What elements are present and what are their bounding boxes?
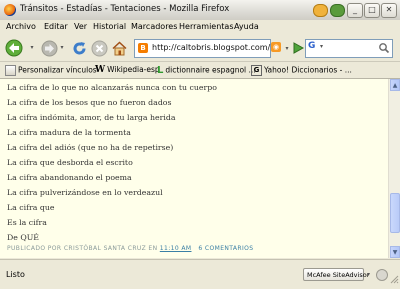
poem-line: La cifra indómita, amor, de tu larga her… — [7, 113, 176, 122]
resize-grip-icon[interactable] — [389, 274, 399, 284]
poem-line: La cifra madura de la tormenta — [7, 128, 131, 137]
blogger-favicon: B — [138, 43, 148, 53]
address-bar[interactable]: B http://caltobris.blogspot.com/ — [134, 39, 271, 58]
forward-arrow-icon — [41, 40, 57, 56]
page-icon — [5, 65, 16, 76]
post-time-link[interactable]: 11:10 AM — [160, 245, 192, 252]
scroll-down-button[interactable]: ▼ — [390, 246, 400, 258]
scroll-thumb[interactable] — [390, 193, 400, 233]
firefox-icon — [4, 4, 16, 16]
forward-history-dropdown[interactable]: ▾ — [58, 41, 66, 53]
vertical-scrollbar[interactable]: ▲ ▼ — [388, 79, 400, 258]
back-arrow-icon — [5, 39, 23, 57]
bookmarks-toolbar: Personalizar vínculos W Wikipedia-esp Ldi… — [0, 62, 400, 79]
go-arrow-icon — [293, 41, 304, 54]
stop-icon — [91, 40, 107, 56]
rss-icon[interactable]: ◉ — [271, 42, 281, 52]
author-name: CRISTÓBAL SANTA CRUZ — [63, 245, 147, 252]
bookmark-personalizar[interactable]: Personalizar vínculos — [5, 65, 97, 76]
addon-status-icon[interactable] — [376, 269, 388, 281]
stop-button[interactable] — [90, 39, 108, 57]
addon-toggle-icon[interactable] — [313, 4, 328, 17]
mcafee-siteadvisor-button[interactable]: McAfee SiteAdvisor — [303, 268, 369, 281]
bookmark-dictionnaire[interactable]: Ldictionnaire espagnol ... — [157, 65, 256, 76]
menu-marcadores[interactable]: Marcadores — [131, 22, 177, 31]
bookmark-wikipedia[interactable]: W Wikipedia-esp — [95, 65, 160, 75]
poem-line: La cifra abandonando el poema — [7, 173, 132, 182]
minimize-button[interactable]: _ — [347, 3, 363, 18]
engine-dropdown-icon[interactable]: ▾ — [320, 43, 323, 50]
addon-toggle-icon[interactable] — [330, 4, 345, 17]
page-content: La cifra de lo que no alcanzarás nunca c… — [0, 79, 388, 258]
url-text[interactable]: http://caltobris.blogspot.com/ — [152, 43, 270, 52]
post-footer: PUBLICADO POR CRISTÓBAL SANTA CRUZ EN 11… — [7, 245, 253, 252]
maximize-button[interactable]: □ — [364, 3, 380, 18]
search-icon[interactable] — [378, 42, 390, 54]
poem-line: La cifra pulverizándose en lo verdeazul — [7, 188, 163, 197]
reload-button[interactable] — [70, 39, 88, 57]
scroll-up-button[interactable]: ▲ — [390, 79, 400, 91]
menu-herramientas[interactable]: Herramientas — [179, 22, 234, 31]
poem-line: La cifra de los besos que no fueron dado… — [7, 98, 172, 107]
footer-at: EN — [146, 245, 160, 252]
back-button[interactable] — [4, 38, 26, 58]
poem-line: La cifra de lo que no alcanzarás nunca c… — [7, 83, 217, 92]
poem-line: La cifra del adiós (que no ha de repetir… — [7, 143, 174, 152]
title-bar: Tránsitos - Estadías - Tentaciones - Moz… — [0, 0, 400, 21]
menu-ayuda[interactable]: Ayuda — [234, 22, 259, 31]
poem-line: La cifra que — [7, 203, 55, 212]
status-text: Listo — [6, 270, 25, 279]
home-icon — [111, 40, 127, 55]
menu-editar[interactable]: Editar — [44, 22, 68, 31]
wikipedia-icon: W — [95, 65, 106, 75]
url-dropdown-icon[interactable]: ▾ — [283, 42, 291, 54]
reload-icon — [73, 41, 86, 55]
dictionary-icon: L — [157, 65, 164, 76]
bookmark-yahoo[interactable]: G Yahoo! Diccionarios - ... — [251, 65, 352, 76]
status-bar: Listo McAfee SiteAdvisor ▾ — [0, 259, 400, 289]
poem-line: De QUÉ — [7, 233, 39, 242]
close-button[interactable]: ✕ — [381, 3, 397, 18]
go-button[interactable] — [291, 41, 304, 54]
footer-prefix: PUBLICADO POR — [7, 245, 64, 252]
comments-link[interactable]: 6 COMENTARIOS — [198, 245, 253, 252]
menu-archivo[interactable]: Archivo — [6, 22, 36, 31]
search-box[interactable]: G ▾ — [305, 39, 393, 58]
poem-line: Es la cifra — [7, 218, 47, 227]
menu-historial[interactable]: Historial — [93, 22, 126, 31]
mcafee-dropdown-icon[interactable]: ▾ — [367, 271, 370, 278]
menu-bar: Archivo Editar Ver Historial Marcadores … — [0, 20, 400, 35]
navigation-toolbar: ▾ ▾ B http://caltobris.blogspot.com/ ◉ ▾ — [0, 35, 400, 62]
google-favicon: G — [251, 65, 262, 76]
home-button[interactable] — [110, 39, 128, 57]
google-engine-icon[interactable]: G — [308, 41, 320, 53]
menu-ver[interactable]: Ver — [74, 22, 87, 31]
back-history-dropdown[interactable]: ▾ — [28, 41, 36, 53]
window-title: Tránsitos - Estadías - Tentaciones - Moz… — [20, 4, 230, 14]
poem-line: La cifra que desborda el escrito — [7, 158, 133, 167]
forward-button[interactable] — [40, 39, 58, 57]
